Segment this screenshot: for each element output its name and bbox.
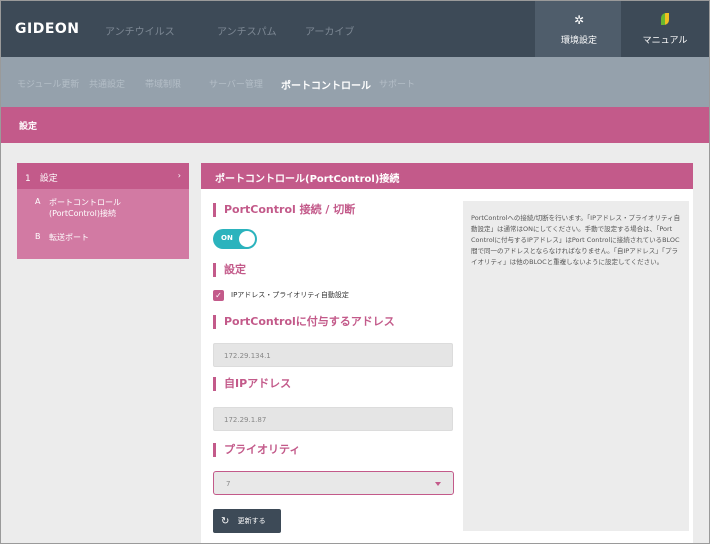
section-title-address: PortControlに付与するアドレス [213,315,395,329]
beginner-leaf-icon [621,13,709,27]
subnav-port-control[interactable]: ポートコントロール [281,77,371,92]
subnav-module-update[interactable]: モジュール更新 [17,77,79,90]
sidebar-item-mark: B [35,232,41,241]
subnav-support[interactable]: サポート [379,77,415,90]
update-button-label: 更新する [237,517,266,525]
refresh-icon: ↻ [221,516,230,527]
portcontrol-address-field[interactable]: 172.29.134.1 [213,343,453,367]
section-title-priority: プライオリティ [213,443,300,457]
nav-antivirus[interactable]: アンチウイルス [105,23,175,38]
sidebar-item-forward-port[interactable]: B 転送ポート [17,232,189,243]
sidebar-head-settings[interactable]: 1 設定 › [17,163,189,189]
sidebar-item-label: ポートコントロール [49,198,121,207]
connect-toggle[interactable]: ON [213,229,257,249]
toggle-state-label: ON [221,234,233,242]
manual-label: マニュアル [642,36,688,46]
subnav-bandwidth[interactable]: 帯域制限 [145,77,181,90]
priority-select[interactable]: 7 [213,471,454,495]
section-title-connect: PortControl 接続 / 切断 [213,203,355,217]
nav-archive[interactable]: アーカイブ [305,23,354,38]
dropdown-arrow-icon [435,482,441,486]
own-ip-field[interactable]: 172.29.1.87 [213,407,453,431]
section-title-settings: 設定 [213,263,246,277]
sidebar: 1 設定 › A ポートコントロール (PortControl)接続 B 転送ポ… [17,163,189,259]
env-settings-button[interactable]: ✲ 環境設定 [535,1,623,57]
subnav-common-settings[interactable]: 共通設定 [89,77,125,90]
update-button[interactable]: ↻ 更新する [213,509,281,533]
toggle-knob [239,231,255,247]
main-panel-title: ポートコントロール(PortControl)接続 [201,163,693,189]
sidebar-item-port-control[interactable]: A ポートコントロール (PortControl)接続 [17,197,189,219]
chevron-right-icon: › [177,171,181,180]
logo: GIDEON [15,21,80,37]
auto-setting-checkbox[interactable]: ✓ [213,290,224,301]
help-text: PortControlへの接続/切断を行います。「IPアドレス・プライオリティ自… [471,214,681,266]
top-navigation: GIDEON アンチウイルス アンチスパム アーカイブ ✲ 環境設定 マニュアル [1,1,709,57]
manual-button[interactable]: マニュアル [621,1,709,57]
sidebar-item-label: 転送ポート [49,233,89,242]
section-header-title: 設定 [19,122,38,132]
env-settings-label: 環境設定 [560,36,597,46]
sub-navigation: モジュール更新 共通設定 帯域制限 サーバー管理 ポートコントロール サポート [1,57,709,107]
auto-setting-label: IPアドレス・プライオリティ自動設定 [231,291,349,299]
section-header-bar: 設定 [1,107,709,146]
sidebar-item-mark: A [35,197,41,206]
section-title-own-ip: 自IPアドレス [213,377,291,391]
help-text-panel: PortControlへの接続/切断を行います。「IPアドレス・プライオリティ自… [463,201,689,531]
subnav-server-management[interactable]: サーバー管理 [209,77,263,90]
nav-antispam[interactable]: アンチスパム [217,23,277,38]
sidebar-item-label-sub: (PortControl)接続 [49,209,117,218]
sidebar-head-label: 1 設定 [25,174,58,184]
gear-icon: ✲ [573,13,585,27]
app-frame: GIDEON アンチウイルス アンチスパム アーカイブ ✲ 環境設定 マニュアル… [0,0,710,544]
priority-selected-value: 7 [226,480,231,488]
